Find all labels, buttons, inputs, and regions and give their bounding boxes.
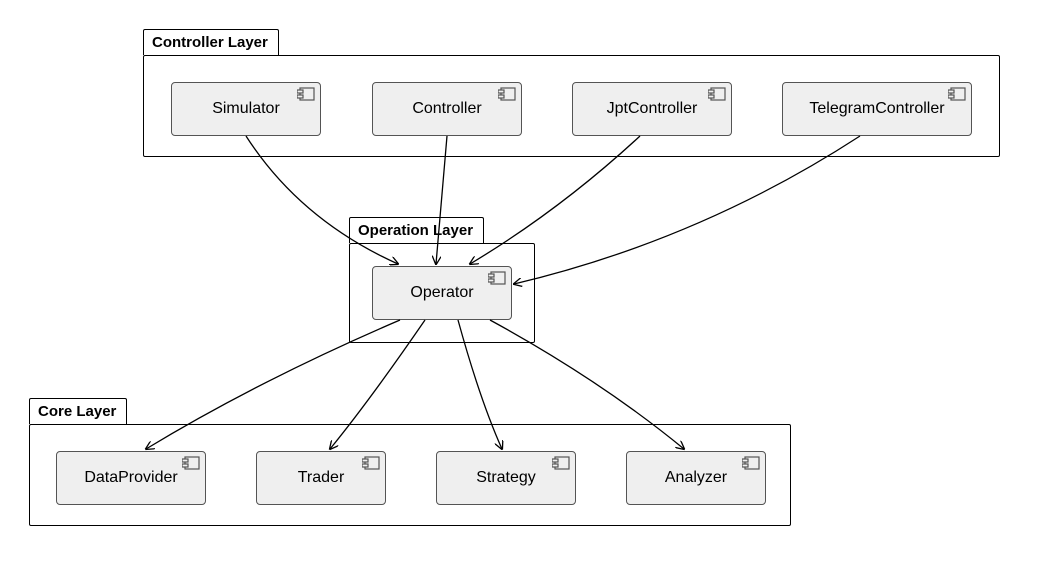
component-icon <box>948 87 966 106</box>
component-icon <box>488 271 506 290</box>
component-controller: Controller <box>372 82 522 136</box>
diagram-canvas: Controller Layer Simulator Controller Jp… <box>0 0 1040 572</box>
layer-tab-controller: Controller Layer <box>143 29 279 55</box>
component-label: Strategy <box>476 469 536 487</box>
component-label: Controller <box>412 100 481 118</box>
component-icon <box>552 456 570 475</box>
layer-tab-operation: Operation Layer <box>349 217 484 243</box>
component-label: JptController <box>607 100 698 118</box>
layer-title: Operation Layer <box>358 222 473 239</box>
component-telegramcontroller: TelegramController <box>782 82 972 136</box>
component-label: Trader <box>298 469 345 487</box>
component-icon <box>498 87 516 106</box>
component-label: Operator <box>410 284 473 302</box>
layer-tab-core: Core Layer <box>29 398 127 424</box>
component-icon <box>182 456 200 475</box>
component-icon <box>742 456 760 475</box>
component-trader: Trader <box>256 451 386 505</box>
component-simulator: Simulator <box>171 82 321 136</box>
component-icon <box>362 456 380 475</box>
component-dataprovider: DataProvider <box>56 451 206 505</box>
component-jptcontroller: JptController <box>572 82 732 136</box>
component-icon <box>297 87 315 106</box>
component-label: TelegramController <box>809 100 944 118</box>
layer-title: Controller Layer <box>152 34 268 51</box>
component-operator: Operator <box>372 266 512 320</box>
component-strategy: Strategy <box>436 451 576 505</box>
component-label: DataProvider <box>84 469 177 487</box>
component-label: Analyzer <box>665 469 727 487</box>
component-analyzer: Analyzer <box>626 451 766 505</box>
component-icon <box>708 87 726 106</box>
component-label: Simulator <box>212 100 280 118</box>
layer-title: Core Layer <box>38 403 116 420</box>
